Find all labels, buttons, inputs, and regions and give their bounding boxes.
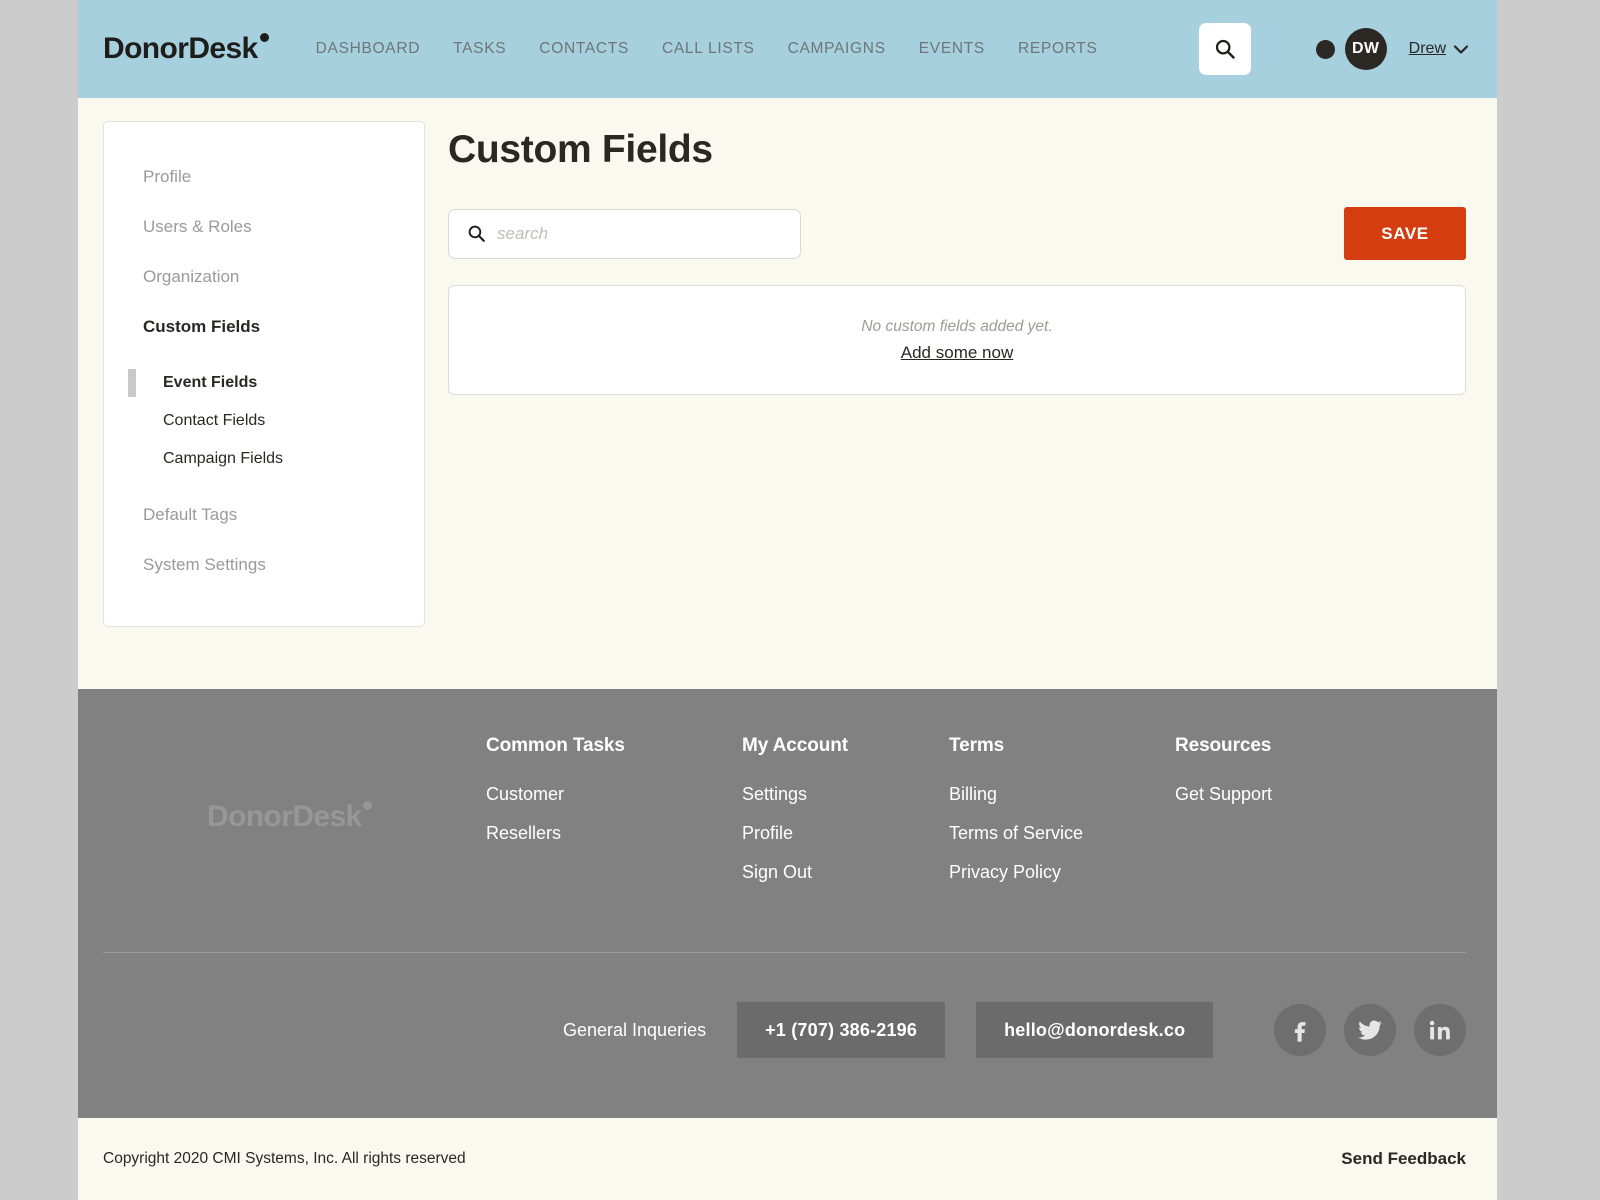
- page-title: Custom Fields: [448, 128, 713, 171]
- sidebar-item-organization[interactable]: Organization: [104, 252, 424, 302]
- chevron-down-icon: [1454, 44, 1468, 54]
- top-header: DonorDesk DASHBOARD TASKS CONTACTS CALL …: [78, 0, 1497, 98]
- empty-state-message: No custom fields added yet.: [861, 317, 1053, 335]
- search-icon: [468, 225, 485, 242]
- nav-item-reports[interactable]: REPORTS: [1018, 40, 1098, 58]
- brand-logo-dot-icon: [259, 33, 269, 42]
- site-footer: DonorDesk Common Tasks Customer Reseller…: [78, 689, 1497, 1118]
- social-links: [1274, 1004, 1466, 1056]
- facebook-link[interactable]: [1274, 1004, 1326, 1056]
- phone-button[interactable]: +1 (707) 386-2196: [737, 1002, 946, 1058]
- footer-link-sign-out[interactable]: Sign Out: [742, 862, 949, 883]
- linkedin-link[interactable]: [1414, 1004, 1466, 1056]
- footer-link-billing[interactable]: Billing: [949, 784, 1175, 805]
- add-some-now-link[interactable]: Add some now: [901, 343, 1013, 363]
- search-field-wrapper[interactable]: [448, 208, 801, 259]
- facebook-icon: [1294, 1022, 1306, 1042]
- nav-item-tasks[interactable]: TASKS: [453, 40, 506, 58]
- footer-link-settings[interactable]: Settings: [742, 784, 949, 805]
- general-inquiries-label: General Inqueries: [563, 1019, 707, 1040]
- footer-column-terms: Terms Billing Terms of Service Privacy P…: [949, 735, 1175, 901]
- footer-heading-my-account: My Account: [742, 735, 848, 756]
- sidebar-item-profile[interactable]: Profile: [104, 152, 424, 202]
- footer-divider: [103, 952, 1466, 953]
- empty-state-panel: No custom fields added yet. Add some now: [448, 285, 1466, 395]
- copyright-text: Copyright 2020 CMI Systems, Inc. All rig…: [103, 1150, 466, 1167]
- settings-sidebar: Profile Users & Roles Organization Custo…: [103, 121, 425, 627]
- header-actions: DW Drew: [1198, 23, 1468, 75]
- linkedin-icon: [1429, 1020, 1450, 1040]
- search-input[interactable]: [497, 223, 784, 244]
- footer-logo: DonorDesk: [104, 735, 486, 901]
- sidebar-subitem-event-fields[interactable]: Event Fields: [104, 364, 424, 402]
- footer-link-terms-of-service[interactable]: Terms of Service: [949, 823, 1175, 844]
- nav-item-contacts[interactable]: CONTACTS: [539, 40, 629, 58]
- footer-column-resources: Resources Get Support: [1175, 735, 1272, 901]
- footer-heading-common-tasks: Common Tasks: [486, 735, 625, 756]
- nav-item-dashboard[interactable]: DASHBOARD: [316, 40, 420, 58]
- footer-link-profile[interactable]: Profile: [742, 823, 949, 844]
- copyright-bar: Copyright 2020 CMI Systems, Inc. All rig…: [78, 1118, 1497, 1200]
- footer-heading-terms: Terms: [949, 735, 1005, 756]
- sidebar-item-users-roles[interactable]: Users & Roles: [104, 202, 424, 252]
- page-body: Profile Users & Roles Organization Custo…: [78, 98, 1497, 689]
- brand-logo[interactable]: DonorDesk: [103, 32, 270, 66]
- footer-link-resellers[interactable]: Resellers: [486, 823, 742, 844]
- twitter-icon: [1358, 1020, 1383, 1040]
- user-menu-label: Drew: [1408, 40, 1446, 57]
- footer-logo-text: DonorDesk: [207, 800, 362, 833]
- footer-columns: DonorDesk Common Tasks Customer Reseller…: [103, 689, 1466, 901]
- footer-column-my-account: My Account Settings Profile Sign Out: [742, 735, 949, 901]
- sidebar-item-system-settings[interactable]: System Settings: [104, 540, 424, 590]
- nav-item-call-lists[interactable]: CALL LISTS: [662, 40, 755, 58]
- footer-heading-resources: Resources: [1175, 735, 1272, 756]
- footer-link-customer[interactable]: Customer: [486, 784, 742, 805]
- footer-link-privacy-policy[interactable]: Privacy Policy: [949, 862, 1175, 883]
- sidebar-subitem-contact-fields[interactable]: Contact Fields: [104, 402, 424, 440]
- footer-contact-bar: General Inqueries +1 (707) 386-2196 hell…: [103, 1002, 1466, 1058]
- sidebar-subitem-campaign-fields[interactable]: Campaign Fields: [104, 440, 424, 478]
- avatar[interactable]: DW: [1344, 28, 1387, 70]
- main-nav: DASHBOARD TASKS CONTACTS CALL LISTS CAMP…: [316, 40, 1098, 58]
- main-content: Custom Fields SAVE No custom fields adde…: [425, 121, 1466, 395]
- brand-logo-text: DonorDesk: [103, 32, 258, 65]
- footer-logo-dot-icon: [362, 801, 372, 810]
- sidebar-item-custom-fields[interactable]: Custom Fields: [104, 302, 424, 352]
- content-toolbar: SAVE: [448, 207, 1466, 260]
- nav-item-events[interactable]: EVENTS: [919, 40, 985, 58]
- user-menu[interactable]: Drew: [1409, 40, 1468, 58]
- email-button[interactable]: hello@donordesk.co: [976, 1002, 1214, 1058]
- save-button[interactable]: SAVE: [1344, 207, 1466, 260]
- app-window: DonorDesk DASHBOARD TASKS CONTACTS CALL …: [78, 0, 1497, 1200]
- send-feedback-link[interactable]: Send Feedback: [1341, 1149, 1466, 1169]
- nav-item-campaigns[interactable]: CAMPAIGNS: [788, 40, 886, 58]
- notification-dot-icon[interactable]: [1315, 39, 1335, 59]
- search-icon: [1215, 39, 1235, 59]
- twitter-link[interactable]: [1344, 1004, 1396, 1056]
- footer-link-get-support[interactable]: Get Support: [1175, 784, 1272, 805]
- footer-logo-wrapper: DonorDesk: [207, 800, 372, 834]
- sidebar-item-default-tags[interactable]: Default Tags: [104, 490, 424, 540]
- footer-column-common-tasks: Common Tasks Customer Resellers: [486, 735, 742, 901]
- header-search-button[interactable]: [1198, 23, 1251, 75]
